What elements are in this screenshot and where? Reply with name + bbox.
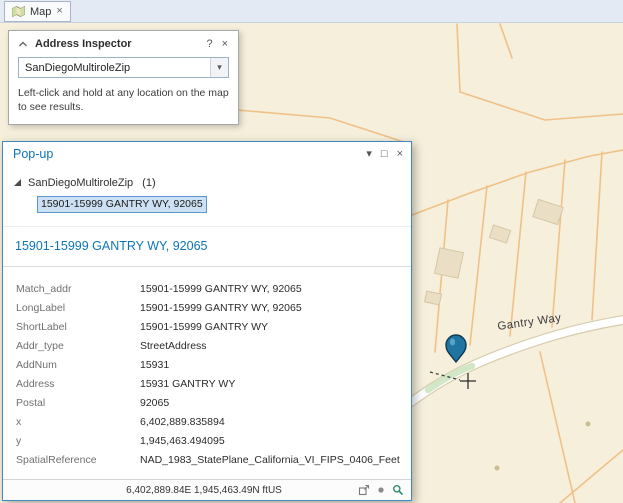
- tree-layer-row[interactable]: SanDiegoMultiroleZip (1): [13, 174, 401, 191]
- maximize-icon[interactable]: □: [381, 149, 388, 160]
- tree-layer-count: (1): [142, 177, 155, 189]
- table-row: Postal 92065: [3, 393, 411, 412]
- cursor-coordinates: 6,402,889.84E 1,945,463.49N ftUS: [10, 485, 352, 496]
- popup-result-tree: SanDiegoMultiroleZip (1) 15901-15999 GAN…: [3, 166, 411, 227]
- view-tab-bar: Map ×: [0, 0, 623, 23]
- tree-selected-item[interactable]: 15901-15999 GANTRY WY, 92065: [37, 196, 207, 213]
- popup-title: Pop-up: [13, 147, 357, 161]
- locator-dropdown-value: SanDiegoMultiroleZip: [19, 62, 210, 74]
- address-inspector-title: Address Inspector: [35, 38, 198, 50]
- table-row: ShortLabel 15901-15999 GANTRY WY: [3, 317, 411, 336]
- address-inspector-panel: Address Inspector ? × SanDiegoMultiroleZ…: [8, 30, 239, 125]
- inspector-instructions: Left-click and hold at any location on t…: [18, 86, 229, 114]
- close-icon[interactable]: ×: [397, 149, 403, 160]
- record-title: 15901-15999 GANTRY WY, 92065: [15, 239, 208, 253]
- app-window: Gantry Way Map ×: [0, 0, 623, 503]
- address-inspector-header: Address Inspector ? ×: [9, 31, 238, 56]
- close-icon[interactable]: ×: [221, 39, 229, 50]
- table-row: Address 15931 GANTRY WY: [3, 374, 411, 393]
- help-icon[interactable]: ?: [205, 39, 213, 50]
- popup-status-bar: 6,402,889.84E 1,945,463.49N ftUS: [3, 479, 411, 500]
- table-row: LongLabel 15901-15999 GANTRY WY, 92065: [3, 298, 411, 317]
- tree-layer-label: SanDiegoMultiroleZip: [28, 177, 133, 189]
- popup-panel: Pop-up ▾ □ × SanDiegoMultiroleZip (1) 15…: [2, 141, 412, 501]
- locator-dropdown[interactable]: SanDiegoMultiroleZip ▾: [18, 57, 229, 78]
- dock-icon[interactable]: [358, 484, 370, 496]
- table-row: y 1,945,463.494095: [3, 431, 411, 450]
- zoom-to-icon[interactable]: [392, 484, 404, 496]
- record-title-block: 15901-15999 GANTRY WY, 92065: [3, 227, 411, 267]
- map-icon: [12, 6, 25, 17]
- table-row: x 6,402,889.835894: [3, 412, 411, 431]
- chevron-down-icon[interactable]: ▾: [210, 58, 228, 77]
- tab-map-label: Map: [30, 6, 51, 18]
- table-row: AddNum 15931: [3, 355, 411, 374]
- popup-header: Pop-up ▾ □ ×: [3, 142, 411, 166]
- chevron-up-icon[interactable]: [18, 40, 28, 48]
- tab-close-icon[interactable]: ×: [56, 6, 62, 17]
- attribute-table: Match_addr 15901-15999 GANTRY WY, 92065 …: [3, 267, 411, 479]
- table-row: SpatialReference NAD_1983_StatePlane_Cal…: [3, 450, 411, 469]
- flash-location-icon[interactable]: [376, 485, 386, 495]
- auto-hide-icon[interactable]: ▾: [366, 149, 372, 160]
- tree-expander-icon[interactable]: [13, 178, 22, 187]
- tab-map[interactable]: Map ×: [4, 1, 71, 22]
- table-row: Match_addr 15901-15999 GANTRY WY, 92065: [3, 279, 411, 298]
- table-row: Addr_type StreetAddress: [3, 336, 411, 355]
